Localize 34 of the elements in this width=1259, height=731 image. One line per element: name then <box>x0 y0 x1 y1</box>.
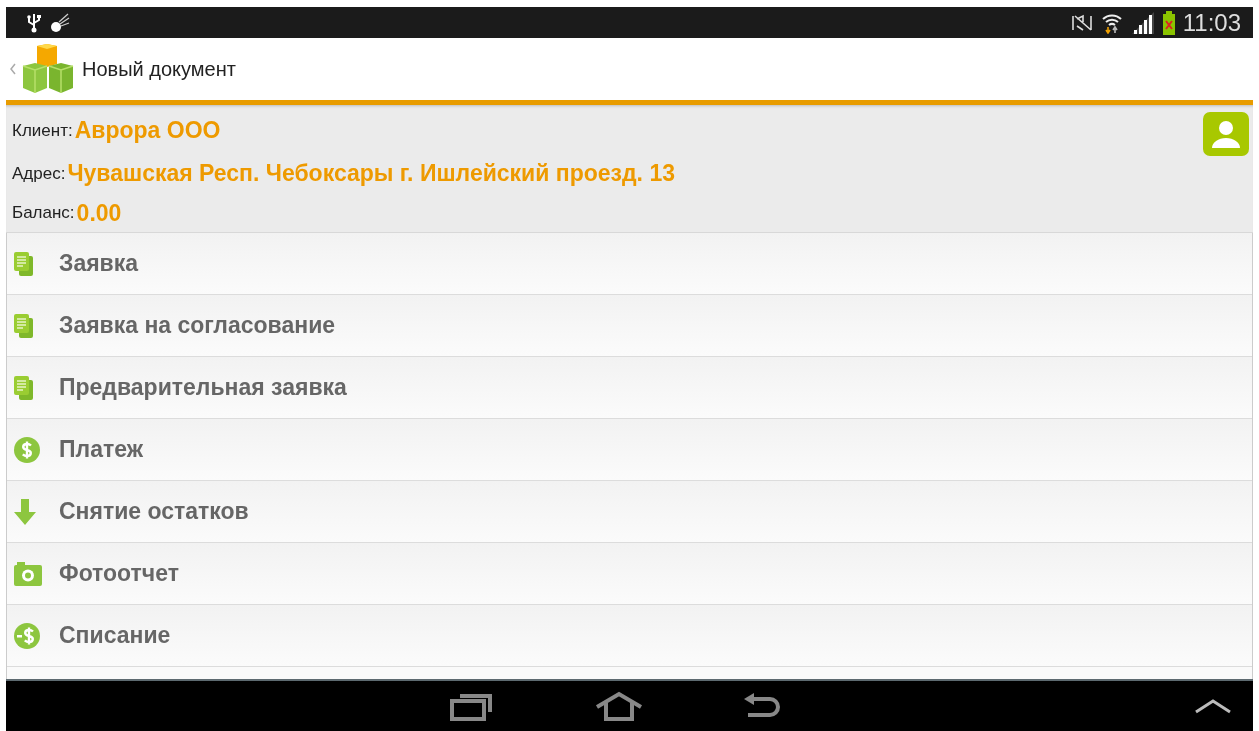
minus-dollar-coin-icon <box>14 622 40 649</box>
recent-apps-icon[interactable] <box>450 691 494 721</box>
camera-icon <box>14 561 42 586</box>
document-icon <box>14 375 34 400</box>
menu-item[interactable]: Предварительная заявка <box>7 357 1252 419</box>
field-label: Адрес: <box>12 163 66 184</box>
usb-icon <box>26 12 42 33</box>
menu-item[interactable]: Списание <box>7 605 1252 667</box>
signal-icon <box>1130 11 1155 34</box>
field-label: Клиент: <box>12 120 73 141</box>
home-icon[interactable] <box>594 691 644 721</box>
field-value: Аврора ООО <box>74 117 221 144</box>
menu-item[interactable]: Фотоотчет <box>7 543 1252 605</box>
menu-item[interactable]: Снятие остатков <box>7 481 1252 543</box>
down-arrow-icon <box>14 498 36 525</box>
comet-icon <box>50 12 70 33</box>
menu-item[interactable]: Заявка на согласование <box>7 295 1252 357</box>
app-home-button[interactable]: Новый документ <box>6 44 236 94</box>
back-caret-icon <box>10 63 16 75</box>
field-label: Баланс: <box>12 203 75 223</box>
document-icon <box>14 313 34 338</box>
field-value: Чувашская Респ. Чебоксары г. Ишлейский проезд. 13 <box>67 160 675 187</box>
person-icon <box>1211 119 1241 149</box>
document-icon <box>14 251 34 276</box>
menu-item[interactable]: Платеж <box>7 419 1252 481</box>
dollar-coin-icon <box>14 436 40 463</box>
field-value: 0.00 <box>76 199 122 227</box>
menu-item[interactable]: Заявка <box>7 233 1252 295</box>
boxes-logo-icon <box>21 44 75 94</box>
screen-title: Новый документ <box>82 57 236 81</box>
battery-icon <box>1162 10 1175 35</box>
wifi-icon <box>1100 11 1123 34</box>
clock-text: 11:03 <box>1182 8 1241 37</box>
mute-icon <box>1070 12 1093 33</box>
